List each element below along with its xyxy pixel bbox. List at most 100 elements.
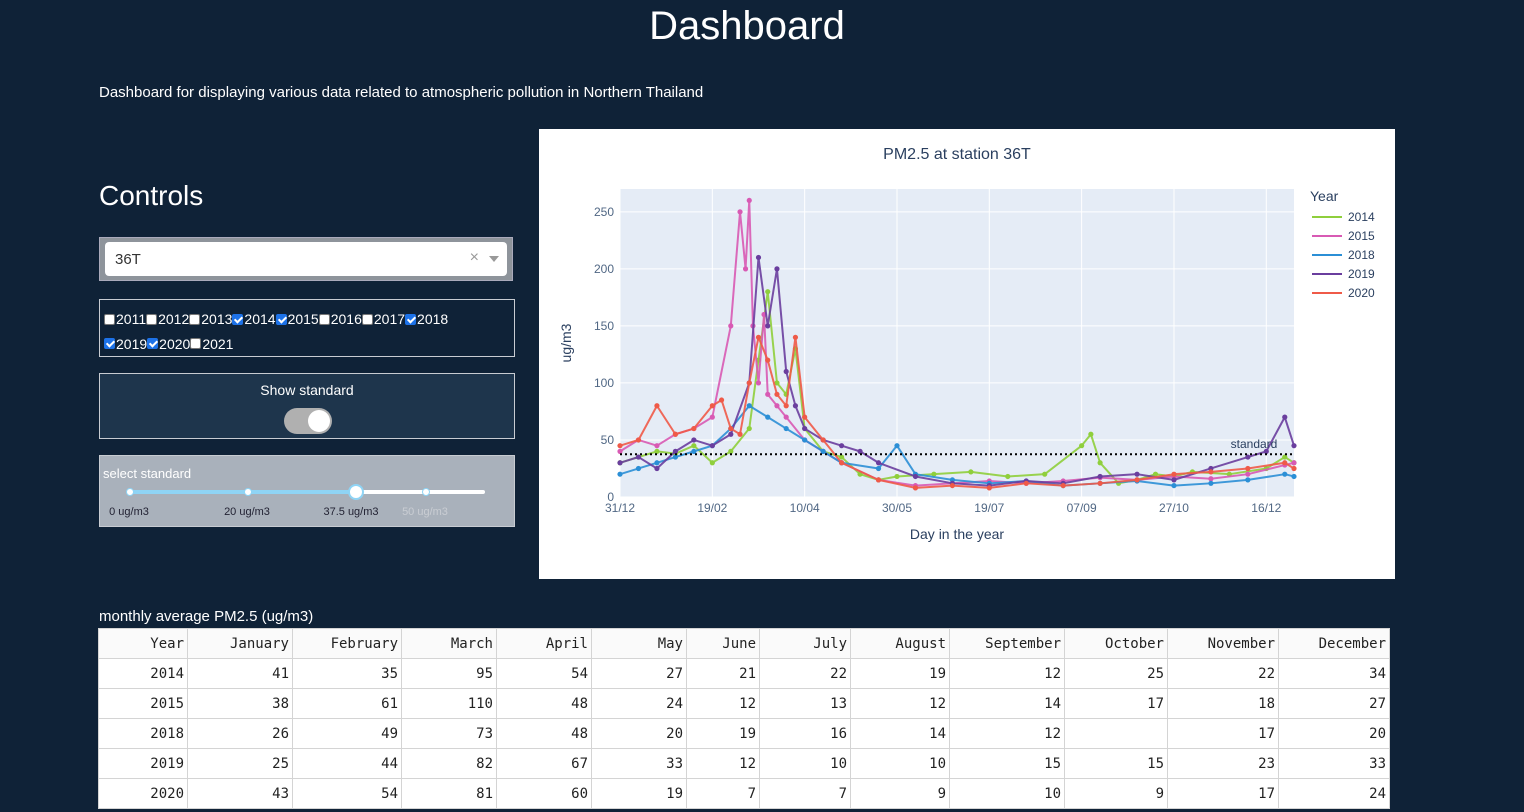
data-point-2019[interactable] <box>709 443 715 449</box>
data-point-2018[interactable] <box>635 465 642 472</box>
checkbox-icon[interactable] <box>190 338 202 349</box>
data-point-2020[interactable] <box>1291 465 1297 472</box>
data-point-2019[interactable] <box>1245 454 1251 460</box>
data-point-2014[interactable] <box>968 469 974 475</box>
data-point-2018[interactable] <box>672 454 678 460</box>
slider-handle[interactable] <box>348 484 364 500</box>
data-point-2020[interactable] <box>728 425 734 432</box>
table-header-cell[interactable]: August <box>850 628 950 659</box>
year-checkbox-2019[interactable]: 2019 <box>104 332 147 356</box>
data-point-2020[interactable] <box>746 380 752 386</box>
data-point-2018[interactable] <box>1291 473 1297 480</box>
data-point-2019[interactable] <box>774 266 780 272</box>
data-point-2020[interactable] <box>838 460 845 466</box>
data-point-2020[interactable] <box>1097 480 1103 486</box>
station-dropdown[interactable]: 36T × <box>105 242 507 276</box>
data-point-2018[interactable] <box>1282 471 1288 477</box>
slider-mark-dot[interactable] <box>244 488 252 496</box>
year-checkbox-2016[interactable]: 2016 <box>318 307 362 331</box>
data-point-2020[interactable] <box>912 485 919 491</box>
data-point-2018[interactable] <box>654 460 660 466</box>
data-point-2020[interactable] <box>949 482 955 489</box>
checkbox-icon[interactable] <box>147 338 159 349</box>
data-point-2018[interactable] <box>691 448 697 454</box>
checkbox-icon[interactable] <box>232 313 244 325</box>
data-point-2015[interactable] <box>774 403 780 409</box>
checkbox-icon[interactable] <box>275 313 287 325</box>
data-point-2020[interactable] <box>737 431 743 437</box>
data-point-2020[interactable] <box>755 334 762 340</box>
data-point-2014[interactable] <box>1005 473 1011 480</box>
data-point-2020[interactable] <box>617 443 623 449</box>
data-point-2014[interactable] <box>691 443 697 449</box>
year-checkbox-2015[interactable]: 2015 <box>275 307 319 331</box>
data-point-2015[interactable] <box>1208 476 1214 482</box>
data-point-2019[interactable] <box>755 254 762 261</box>
data-point-2015[interactable] <box>737 209 743 215</box>
checkbox-icon[interactable] <box>146 313 158 325</box>
data-point-2018[interactable] <box>820 448 826 454</box>
data-point-2019[interactable] <box>617 460 623 466</box>
year-checkbox-2020[interactable]: 2020 <box>147 332 190 356</box>
table-header-cell[interactable]: February <box>292 628 402 659</box>
data-point-2019[interactable] <box>672 448 678 454</box>
data-point-2015[interactable] <box>709 414 715 420</box>
data-point-2020[interactable] <box>691 425 697 432</box>
data-point-2014[interactable] <box>1088 431 1094 437</box>
data-point-2014[interactable] <box>765 289 771 295</box>
data-point-2020[interactable] <box>1060 482 1066 489</box>
year-checkbox-2012[interactable]: 2012 <box>146 307 189 331</box>
data-point-2020[interactable] <box>718 397 725 403</box>
data-point-2014[interactable] <box>1282 454 1288 460</box>
data-point-2019[interactable] <box>691 437 697 443</box>
data-point-2014[interactable] <box>894 473 900 480</box>
chevron-down-icon[interactable] <box>489 256 499 262</box>
data-point-2020[interactable] <box>1245 465 1251 472</box>
table-header-cell[interactable]: September <box>949 628 1065 659</box>
data-point-2020[interactable] <box>986 485 992 491</box>
year-checkbox-2018[interactable]: 2018 <box>405 307 448 331</box>
data-point-2015[interactable] <box>783 414 789 420</box>
year-checkbox-2021[interactable]: 2021 <box>190 332 233 356</box>
data-point-2019[interactable] <box>635 454 642 460</box>
data-point-2020[interactable] <box>820 437 826 443</box>
year-checkbox-2014[interactable]: 2014 <box>232 307 276 331</box>
data-point-2019[interactable] <box>783 368 789 375</box>
year-checkbox-2013[interactable]: 2013 <box>189 307 232 331</box>
checkbox-icon[interactable] <box>318 313 330 325</box>
data-point-2020[interactable] <box>875 477 882 483</box>
data-point-2018[interactable] <box>765 414 771 420</box>
data-point-2014[interactable] <box>1097 460 1103 466</box>
data-point-2015[interactable] <box>617 448 623 454</box>
data-point-2019[interactable] <box>802 425 808 432</box>
data-point-2015[interactable] <box>755 380 762 386</box>
data-point-2019[interactable] <box>1291 443 1297 449</box>
data-point-2018[interactable] <box>802 437 808 443</box>
table-header-cell[interactable]: January <box>187 628 293 659</box>
checkbox-icon[interactable] <box>361 313 373 325</box>
data-point-2015[interactable] <box>742 266 749 272</box>
data-point-2018[interactable] <box>894 443 900 449</box>
data-point-2019[interactable] <box>654 465 660 472</box>
data-point-2020[interactable] <box>774 391 780 397</box>
table-header-cell[interactable]: Year <box>98 628 188 659</box>
data-point-2020[interactable] <box>1134 477 1140 483</box>
data-point-2018[interactable] <box>1245 477 1251 483</box>
checkbox-icon[interactable] <box>189 313 201 325</box>
slider-mark-dot[interactable] <box>422 488 430 496</box>
checkbox-icon[interactable] <box>104 338 115 349</box>
data-point-2019[interactable] <box>912 473 919 480</box>
data-point-2014[interactable] <box>1079 443 1085 449</box>
data-point-2015[interactable] <box>1245 471 1251 477</box>
data-point-2020[interactable] <box>654 403 660 409</box>
data-point-2018[interactable] <box>617 471 623 477</box>
table-header-cell[interactable]: June <box>686 628 760 659</box>
data-point-2020[interactable] <box>1171 471 1177 477</box>
data-point-2019[interactable] <box>765 323 771 329</box>
data-point-2018[interactable] <box>783 425 789 432</box>
table-header-cell[interactable]: November <box>1167 628 1279 659</box>
data-point-2018[interactable] <box>1208 480 1214 486</box>
data-point-2019[interactable] <box>838 443 845 449</box>
data-point-2019[interactable] <box>1134 471 1140 477</box>
data-point-2020[interactable] <box>635 437 642 443</box>
